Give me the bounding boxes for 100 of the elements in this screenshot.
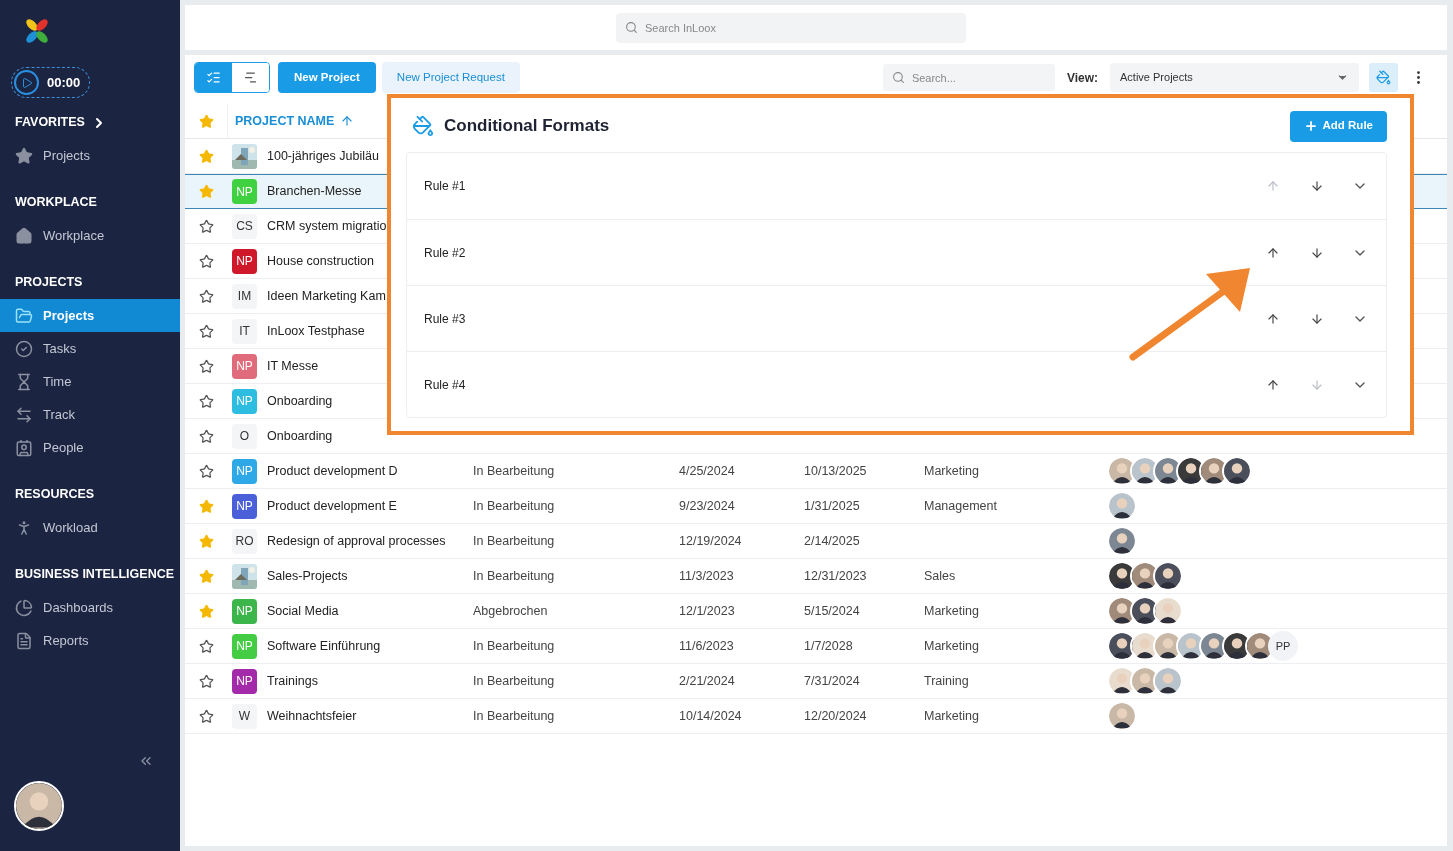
table-cell: 2/14/2025 [804,533,860,548]
table-cell: Product development E [267,498,397,513]
search-field[interactable]: Search... [882,64,1055,91]
move-down-icon[interactable] [1310,179,1324,193]
table-cell: 1/31/2025 [804,498,860,513]
member-initials: PP [1268,631,1298,661]
project-badge: NP [232,458,257,484]
favorite-star-icon[interactable] [198,148,214,164]
section-header: WORKPLACE [15,194,97,212]
table-cell: Branchen-Messe [267,184,362,199]
table-row[interactable]: NP Product development D In Bearbeitung 4/25/2024 10/13/2025 Marketing [185,454,1447,489]
favorite-star-icon[interactable] [198,463,214,479]
project-badge: NP [232,598,257,624]
rule-label[interactable]: Rule #3 [424,309,466,328]
section-header: FAVORITES [15,114,85,132]
favorite-star-icon[interactable] [198,218,214,234]
nav-item[interactable]: Workplace [0,219,180,252]
table-cell: In Bearbeitung [473,708,555,723]
table-cell: Social Media [267,603,339,618]
table-cell: Marketing [924,603,979,618]
project-badge: NP [232,179,257,204]
table-row[interactable]: NP Product development E In Bearbeitung 9/23/2024 1/31/2025 Management [185,489,1447,524]
house-icon [15,226,33,245]
project-badge: NP [232,633,257,659]
table-cell: Onboarding [267,428,333,443]
favorite-star-icon[interactable] [198,253,214,269]
global-search-field[interactable]: Search InLoox [616,12,966,43]
move-up-icon[interactable] [1266,377,1280,392]
table-cell: Weihnachtsfeier [267,708,357,723]
favorite-star-icon[interactable] [198,393,214,409]
nav-item[interactable]: Time [0,365,180,398]
plus-icon [1303,119,1318,133]
table-cell: 9/23/2024 [679,498,735,513]
project-badge: NP [232,353,257,379]
favorite-star-icon[interactable] [198,603,214,619]
table-cell: 7/31/2024 [804,673,860,688]
favorite-star-icon[interactable] [198,568,214,584]
table-cell: 10/13/2025 [804,463,867,478]
table-cell: In Bearbeitung [473,498,555,513]
rule-label[interactable]: Rule #4 [424,375,466,394]
person-avatar [1107,491,1137,521]
contact-card-icon [15,438,33,457]
search-icon [891,71,905,84]
favorite-star-icon[interactable] [198,428,214,444]
paint-bucket-icon [1376,70,1391,85]
nav-item[interactable]: Workload [0,511,180,544]
table-cell: 12/20/2024 [804,708,867,723]
project-badge: IM [232,283,257,309]
nav-item[interactable]: Reports [0,624,180,657]
project-badge: NP [232,248,257,274]
favorite-star-icon[interactable] [198,533,214,549]
rule-label[interactable]: Rule #1 [424,177,466,195]
favorite-star-icon[interactable] [198,323,214,339]
view-select[interactable]: Active Projects [1110,63,1359,92]
project-badge: NP [232,493,257,519]
table-cell: In Bearbeitung [473,638,555,653]
favorite-star-icon[interactable] [198,358,214,374]
move-up-icon[interactable] [1266,245,1280,260]
view-label: View: [1066,69,1098,87]
table-cell: Redesign of approval processes [267,533,446,548]
nav-item[interactable]: Projects [0,299,180,332]
person-avatar [1153,596,1183,626]
gantt-icon [243,70,258,85]
table-row[interactable]: RO Redesign of approval processes In Bearbeitung 12/19/2024 2/14/2025 [185,524,1447,559]
favorite-star-icon[interactable] [198,184,214,199]
nav-item[interactable]: Track [0,398,180,431]
move-down-icon[interactable] [1310,245,1324,260]
project-badge: RO [232,528,257,554]
table-cell: 100-jähriges Jubiläu [267,148,379,163]
table-cell: 12/19/2024 [679,533,742,548]
nav-item[interactable]: Tasks [0,332,180,365]
person-avatar [1153,561,1183,591]
nav-item[interactable]: People [0,431,180,464]
favorite-star-icon[interactable] [198,708,214,724]
rule-label[interactable]: Rule #2 [424,243,466,262]
favorite-star-icon[interactable] [198,673,214,689]
move-up-icon[interactable] [1266,311,1280,326]
section-header: RESOURCES [15,486,95,504]
table-cell: Sales-Projects [267,568,348,583]
nav-item[interactable]: Dashboards [0,591,180,624]
table-cell: 1/7/2028 [804,638,853,653]
favorite-star-icon[interactable] [198,498,214,514]
move-down-icon[interactable] [1310,311,1324,326]
favorite-star-icon[interactable] [198,638,214,654]
paint-bucket-icon [412,115,434,137]
conditional-format-button[interactable] [1369,63,1398,92]
person-avatar [1107,701,1137,731]
nav-item[interactable]: Projects [0,139,180,172]
person-avatar [1222,456,1252,486]
table-row[interactable]: Sales-Projects In Bearbeitung 11/3/2023 12/31/2023 Sales [185,559,1447,594]
table-row[interactable]: NP Trainings In Bearbeitung 2/21/2024 7/31/2024 Training [185,664,1447,699]
table-cell: IT Messe [267,358,319,373]
table-cell: Trainings [267,673,318,688]
favorite-star-icon[interactable] [198,288,214,304]
user-avatar [14,781,64,831]
table-row[interactable]: NP Software Einführung In Bearbeitung 11/6/2023 1/7/2028 Marketing PP [185,629,1447,664]
table-row[interactable]: W Weihnachtsfeier In Bearbeitung 10/14/2024 12/20/2024 Marketing [185,699,1447,734]
table-cell: Marketing [924,638,979,653]
table-cell: In Bearbeitung [473,673,555,688]
table-row[interactable]: NP Social Media Abgebrochen 12/1/2023 5/15/2024 Marketing [185,594,1447,629]
